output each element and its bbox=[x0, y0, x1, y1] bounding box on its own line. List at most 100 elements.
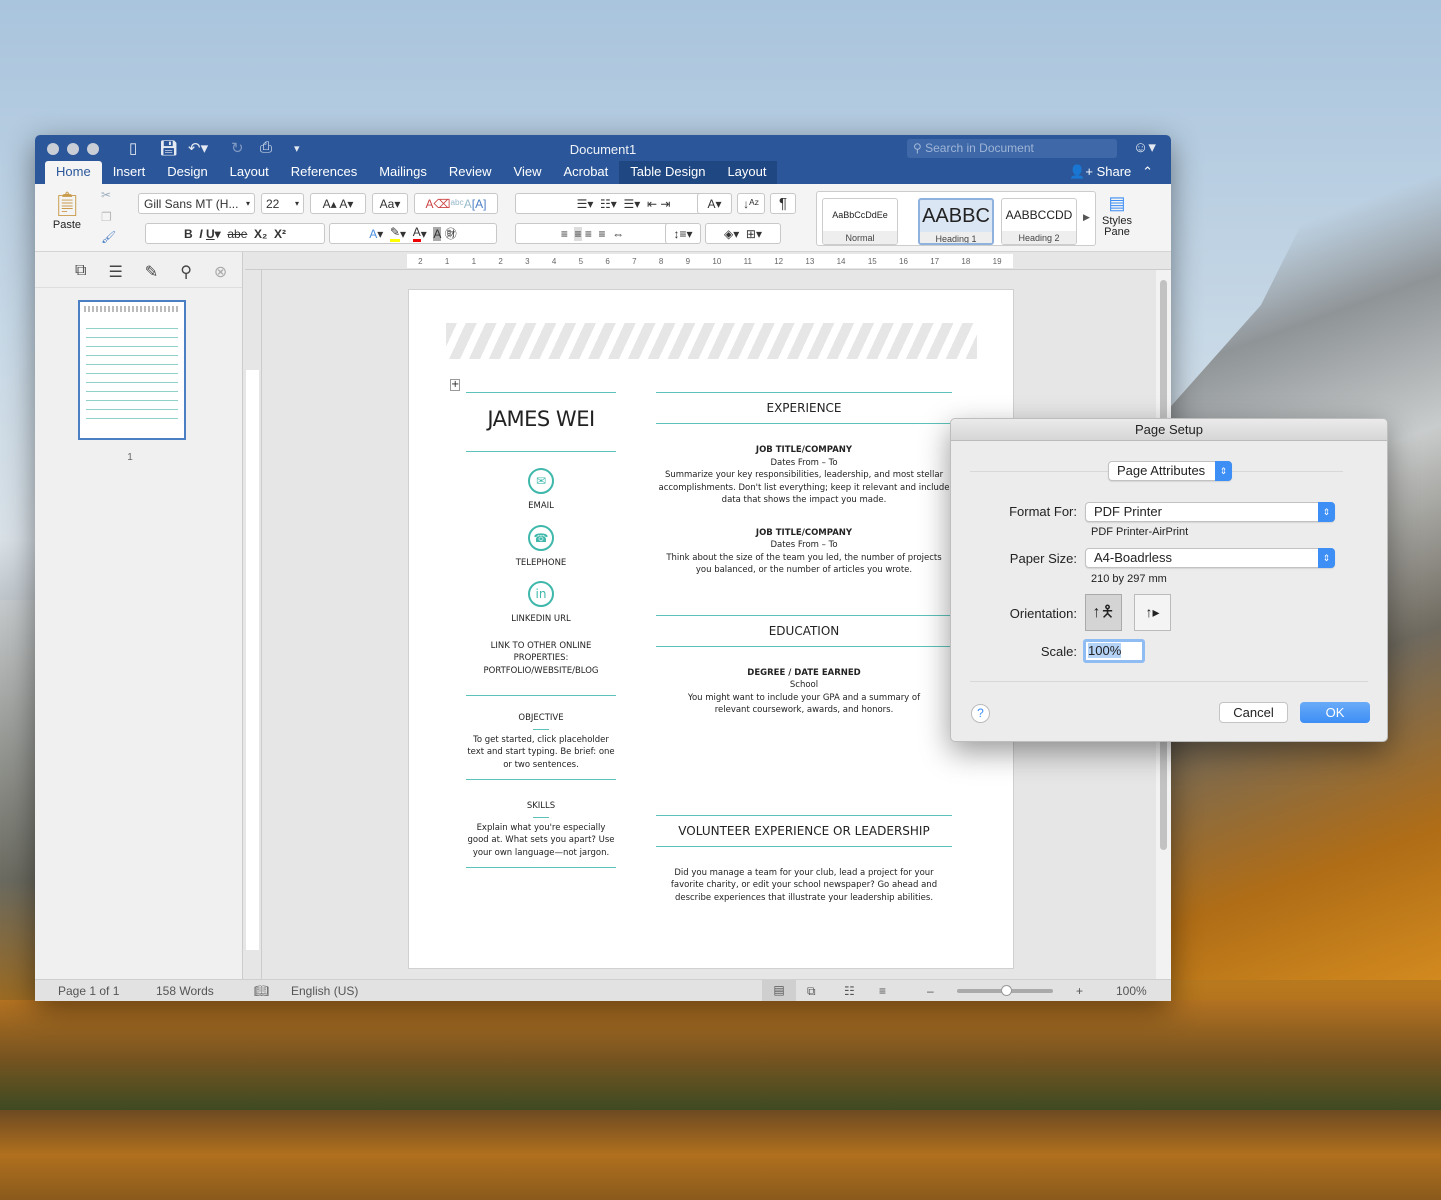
header-graphic bbox=[446, 323, 977, 359]
popup-arrows-icon: ⇕ bbox=[1318, 548, 1335, 568]
scale-input[interactable]: 100% bbox=[1083, 639, 1145, 663]
tab-review[interactable]: Review bbox=[438, 161, 503, 184]
ruler-tick-label: 7 bbox=[632, 256, 637, 266]
paste-button[interactable]: 📋︎ Paste bbox=[47, 190, 87, 231]
tab-table-design[interactable]: Table Design bbox=[619, 161, 717, 184]
line-spacing-button[interactable]: ↕≡▾ bbox=[665, 223, 701, 244]
sort-button[interactable]: ↓ᴬᶻ bbox=[737, 193, 765, 214]
smiley-feedback-icon[interactable]: ☺▾ bbox=[1133, 138, 1156, 156]
job-dates: Dates From – To bbox=[770, 540, 838, 550]
linkedin-label: LINKEDIN URL bbox=[511, 614, 571, 624]
font-style-buttons[interactable]: B I U ▾ abe X₂ X² bbox=[145, 223, 325, 244]
format-painter-icon[interactable]: 🖌︎ bbox=[101, 230, 116, 244]
settings-panel-popup[interactable]: Page Attributes ⇕ bbox=[1108, 461, 1232, 481]
objective-text: To get started, click placeholder text a… bbox=[467, 734, 615, 770]
telephone-icon: ☎ bbox=[528, 524, 554, 551]
alignment-buttons[interactable]: ≡ ≡ ≡ ≡ ⇔ bbox=[515, 223, 670, 244]
vertical-ruler[interactable] bbox=[243, 270, 262, 979]
tab-insert[interactable]: Insert bbox=[102, 161, 157, 184]
search-input[interactable]: ⚲ Search in Document bbox=[907, 139, 1117, 158]
document-page[interactable]: + JAMES WEI ✉ EMAIL ☎ TELEPHONE in LINKEDIN… bbox=[408, 289, 1014, 969]
landscape-orientation-button[interactable]: ↑▸ bbox=[1134, 594, 1171, 631]
zoom-in-icon[interactable]: + bbox=[1076, 984, 1083, 998]
email-icon: ✉ bbox=[528, 468, 554, 494]
table-move-handle-icon[interactable]: + bbox=[450, 379, 461, 391]
ruler-tick-label: 16 bbox=[899, 256, 908, 266]
volunteer-title: VOLUNTEER EXPERIENCE OR LEADERSHIP bbox=[678, 823, 930, 838]
styles-more-arrow-icon[interactable]: ▶ bbox=[1083, 212, 1090, 223]
tab-references[interactable]: References bbox=[280, 161, 368, 184]
ruler-tick-label: 4 bbox=[551, 256, 557, 266]
horizontal-ruler[interactable]: 2 1 1 2 3 4 5 6 7 8 9 10 11 12 13 14 15 16 17 18 19 bbox=[245, 252, 1171, 270]
font-color-buttons[interactable]: A ▾ ✎ ▾ A ▾ A ㊖ bbox=[329, 223, 497, 244]
styles-gallery: AaBbCcDdEe Normal AABBC Heading 1 AABBCCDD… bbox=[816, 191, 1096, 246]
style-heading-2[interactable]: AABBCCDD Heading 2 bbox=[1001, 198, 1077, 245]
tab-layout[interactable]: Layout bbox=[219, 161, 280, 184]
close-pane-icon[interactable]: ⊗ bbox=[214, 262, 227, 287]
word-count[interactable]: 158 Words bbox=[156, 984, 214, 998]
outline-icon[interactable]: ☰ bbox=[108, 262, 122, 287]
degree: DEGREE / DATE EARNED bbox=[747, 667, 861, 678]
grow-shrink-font-buttons[interactable]: A▴ A▾ bbox=[310, 193, 366, 214]
ruler-tick-label: 19 bbox=[992, 256, 1002, 266]
web-layout-icon[interactable]: ⧉ bbox=[807, 984, 816, 999]
tab-home[interactable]: Home bbox=[45, 161, 102, 184]
styles-pane-button[interactable]: ▤ Styles Pane bbox=[1099, 190, 1135, 238]
style-normal[interactable]: AaBbCcDdEe Normal bbox=[822, 198, 898, 245]
cut-icon[interactable]: ✂ bbox=[101, 188, 111, 202]
share-button[interactable]: 👤+ Share ⌃ bbox=[1069, 164, 1153, 180]
search-icon[interactable]: ⚲ bbox=[180, 262, 192, 287]
print-layout-icon[interactable]: ▤ bbox=[762, 980, 796, 1001]
skills-title: SKILLS bbox=[526, 801, 556, 811]
text-direction-button[interactable]: A▾ bbox=[697, 193, 732, 214]
right-column: EXPERIENCE JOB TITLE/COMPANY Dates From … bbox=[656, 392, 952, 904]
show-formatting-marks-button[interactable]: ¶ bbox=[770, 193, 796, 214]
ribbon-home: 📋︎ Paste ✂ ❐ 🖌︎ Gill Sans MT (H... ▾ 22 ▾ … bbox=[35, 184, 1171, 252]
zoom-out-icon[interactable]: – bbox=[927, 984, 934, 998]
draft-view-icon[interactable]: ≡ bbox=[879, 984, 886, 998]
page-count[interactable]: Page 1 of 1 bbox=[58, 984, 119, 998]
paper-size-popup[interactable]: A4-Boadrless ⇕ bbox=[1085, 548, 1335, 568]
portrait-orientation-button[interactable]: ↑🯅 bbox=[1085, 594, 1122, 631]
skills-text: Explain what you're especially good at. … bbox=[467, 822, 615, 858]
ruler-tick-label: 9 bbox=[685, 256, 691, 266]
style-sample: AABBCCDD bbox=[1005, 208, 1073, 222]
popup-arrows-icon: ⇕ bbox=[1215, 461, 1232, 481]
zoom-slider[interactable] bbox=[957, 985, 1053, 996]
tab-view[interactable]: View bbox=[503, 161, 553, 184]
tab-design[interactable]: Design bbox=[156, 161, 218, 184]
ruler-tick-label: 12 bbox=[774, 256, 784, 266]
ruler-tick-label: 8 bbox=[658, 256, 664, 266]
font-size-dropdown[interactable]: 22 ▾ bbox=[261, 193, 304, 214]
font-name-dropdown[interactable]: Gill Sans MT (H... ▾ bbox=[138, 193, 255, 214]
paste-label: Paste bbox=[52, 219, 82, 231]
tab-mailings[interactable]: Mailings bbox=[368, 161, 438, 184]
outline-view-icon[interactable]: ☷ bbox=[844, 984, 855, 998]
thumbnails-icon[interactable]: ⧉ bbox=[75, 262, 86, 287]
tab-table-layout[interactable]: Layout bbox=[716, 161, 778, 184]
copy-icon[interactable]: ❐ bbox=[101, 210, 112, 224]
clear-formatting-button[interactable]: A⌫ ᵃᵇᶜA [A] bbox=[414, 193, 498, 214]
ok-button[interactable]: OK bbox=[1300, 702, 1370, 723]
cancel-button[interactable]: Cancel bbox=[1219, 702, 1288, 723]
page-thumbnail[interactable] bbox=[78, 300, 186, 440]
style-sample: AABBC bbox=[922, 204, 990, 227]
shading-borders-buttons[interactable]: ◈▾ ⊞▾ bbox=[705, 223, 781, 244]
style-heading-1[interactable]: AABBC Heading 1 bbox=[918, 198, 994, 245]
ruler-tick-label: 11 bbox=[743, 256, 752, 266]
help-button[interactable]: ? bbox=[971, 704, 990, 723]
change-case-button[interactable]: Aa▾ bbox=[372, 193, 408, 214]
font-size-value: 22 bbox=[266, 196, 280, 211]
ruler-tick-label: 10 bbox=[712, 256, 722, 266]
thumbnail-page-number: 1 bbox=[127, 452, 133, 463]
school: School bbox=[789, 680, 819, 690]
format-for-popup[interactable]: PDF Printer ⇕ bbox=[1085, 502, 1335, 522]
proofing-icon[interactable]: 📖︎ bbox=[254, 984, 269, 998]
tab-acrobat[interactable]: Acrobat bbox=[552, 161, 619, 184]
language[interactable]: English (US) bbox=[291, 984, 358, 998]
email-label: EMAIL bbox=[528, 501, 554, 511]
zoom-percent[interactable]: 100% bbox=[1116, 984, 1147, 998]
ruler-tick-label: 14 bbox=[836, 256, 846, 266]
review-icon[interactable]: ✎ bbox=[145, 262, 158, 287]
ruler-tick-label: 1 bbox=[471, 256, 477, 266]
